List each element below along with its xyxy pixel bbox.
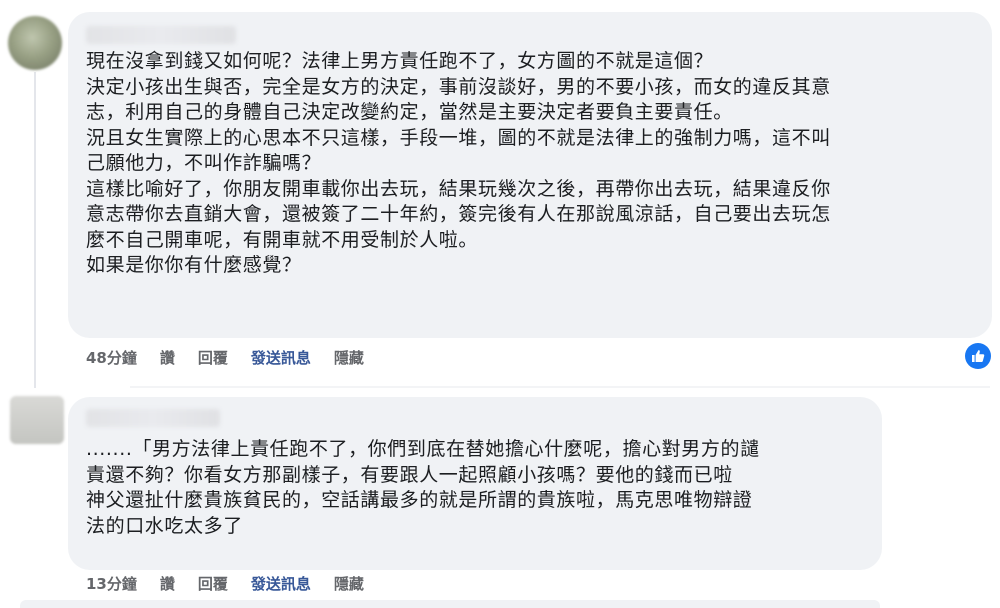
- like-button[interactable]: 讚: [160, 573, 175, 594]
- hide-button[interactable]: 隱藏: [334, 573, 364, 594]
- comment-author-name[interactable]: [86, 409, 220, 427]
- hide-button[interactable]: 隱藏: [334, 347, 364, 368]
- send-message-button[interactable]: 發送訊息: [251, 347, 311, 368]
- thumbs-up-icon[interactable]: [965, 343, 991, 369]
- comment-bubble: .......「男方法律上責任跑不了，你們到底在替她擔心什麼呢，擔心對男方的譴 …: [68, 397, 882, 570]
- comment-author-name[interactable]: [86, 26, 236, 44]
- next-comment-bubble: [20, 600, 880, 608]
- avatar[interactable]: [8, 16, 62, 70]
- comment-text: .......「男方法律上責任跑不了，你們到底在替她擔心什麼呢，擔心對男方的譴 …: [86, 438, 760, 537]
- avatar[interactable]: [10, 396, 64, 444]
- reply-button[interactable]: 回覆: [198, 347, 228, 368]
- reply-button[interactable]: 回覆: [198, 573, 228, 594]
- divider: [130, 386, 990, 388]
- send-message-button[interactable]: 發送訊息: [251, 573, 311, 594]
- comment-timestamp[interactable]: 13分鐘: [86, 573, 137, 594]
- reply-thread-line: [34, 72, 36, 388]
- comment-actions: 13分鐘 讚 回覆 發送訊息 隱藏: [86, 573, 387, 594]
- comment-actions: 48分鐘 讚 回覆 發送訊息 隱藏: [86, 347, 387, 368]
- comment-bubble: 現在沒拿到錢又如何呢？法律上男方責任跑不了，女方圖的不就是這個？ 決定小孩出生與…: [68, 12, 992, 338]
- comment-timestamp[interactable]: 48分鐘: [86, 347, 137, 368]
- like-button[interactable]: 讚: [160, 347, 175, 368]
- comment-text: 現在沒拿到錢又如何呢？法律上男方責任跑不了，女方圖的不就是這個？ 決定小孩出生與…: [86, 50, 831, 276]
